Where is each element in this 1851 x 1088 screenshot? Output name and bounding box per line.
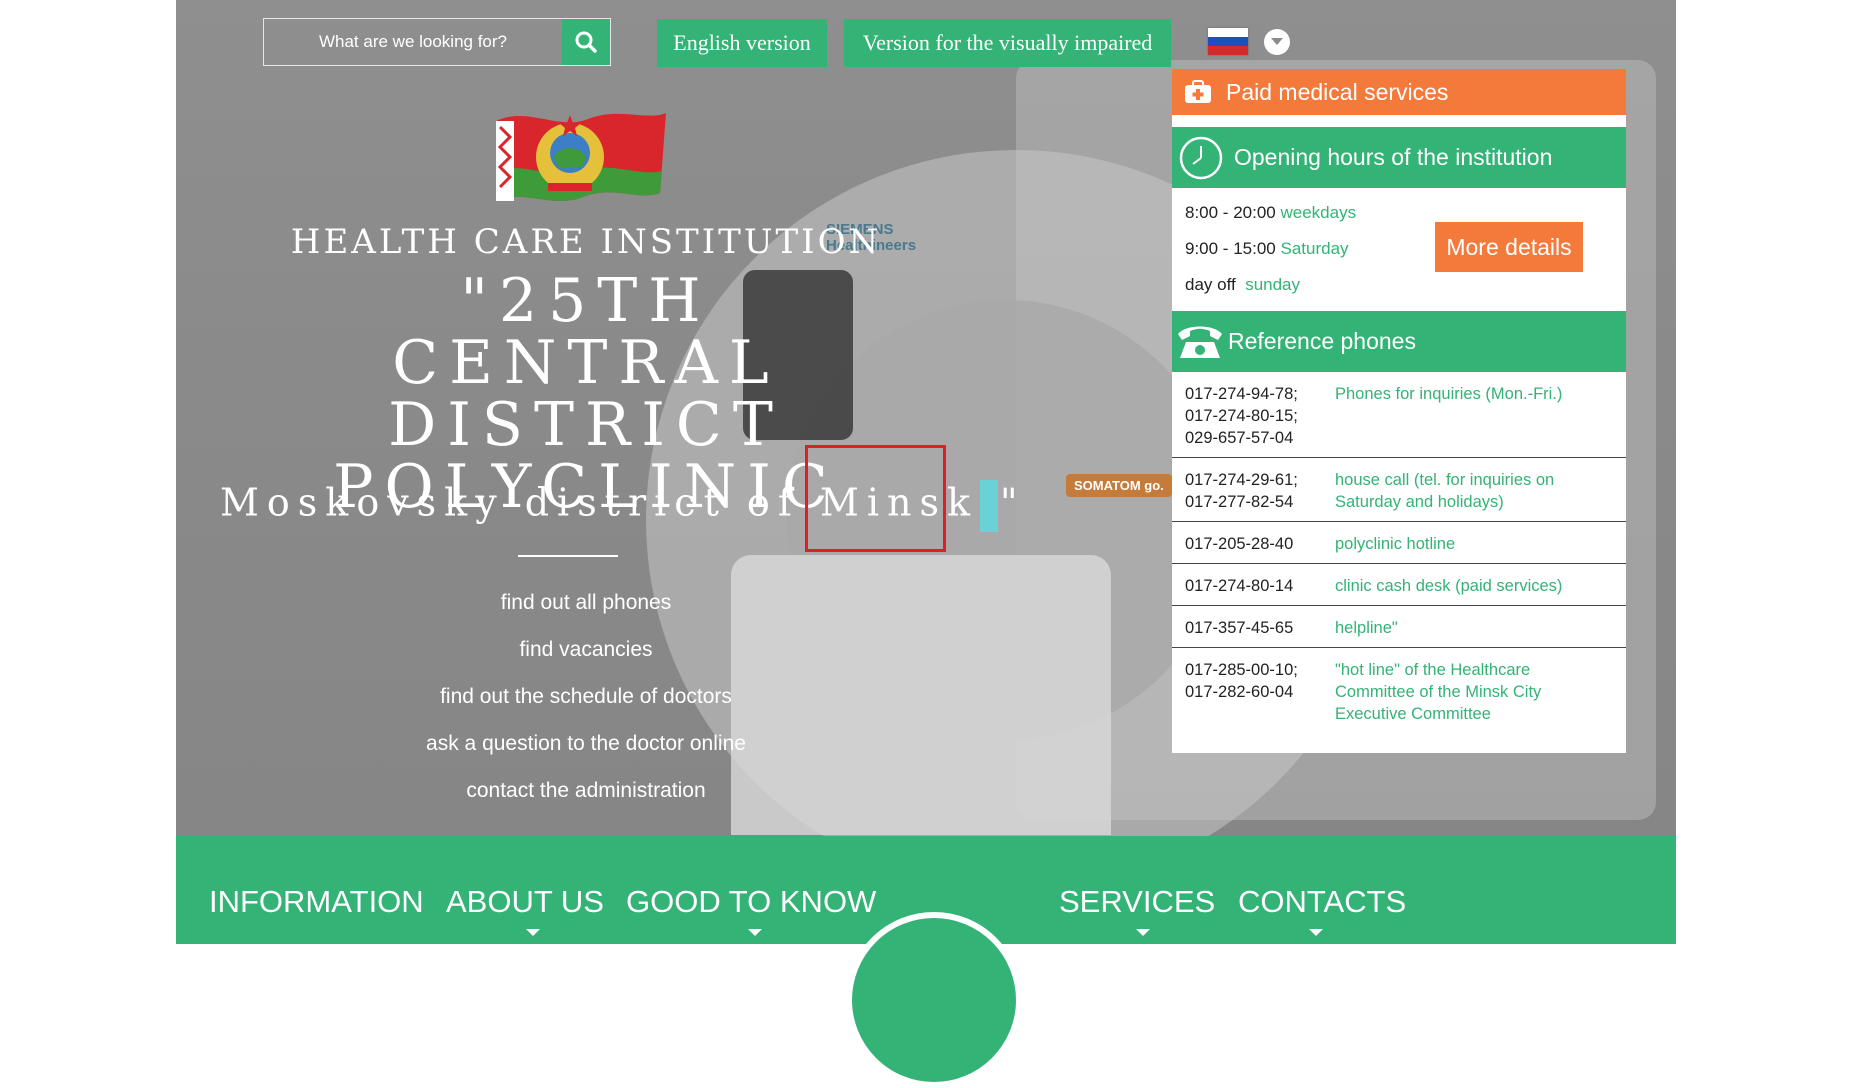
quick-links: find out all phones find vacancies find … (286, 590, 886, 825)
opening-hours-body: 8:00 - 20:00 weekdays 9:00 - 15:00 Satur… (1172, 188, 1626, 311)
link-ask-doctor[interactable]: ask a question to the doctor online (286, 731, 886, 778)
flag-stripe-blue (1208, 37, 1248, 46)
nav-services[interactable]: SERVICES (1059, 884, 1215, 920)
search-form (263, 18, 611, 66)
phone-description: polyclinic hotline (1335, 535, 1456, 553)
clinic-logo[interactable] (846, 912, 1022, 1088)
hours-time: 8:00 - 20:00 (1185, 203, 1276, 222)
hours-day: sunday (1245, 275, 1301, 294)
phones-list: 017-274-94-78; 017-274-80-15; 029-657-57… (1172, 372, 1626, 753)
nav-information[interactable]: INFORMATION (209, 884, 424, 920)
phone-row: 017-205-28-40 polyclinic hotline (1172, 522, 1626, 564)
visually-impaired-button[interactable]: Version for the visually impaired (844, 19, 1171, 67)
search-input[interactable] (264, 19, 562, 65)
info-panel: Paid medical services Opening hours of t… (1172, 69, 1626, 753)
phone-description: house call (tel. for inquiries on Saturd… (1335, 471, 1555, 511)
link-contact-admin[interactable]: contact the administration (286, 778, 886, 825)
page: SIEMENS Healthineers SOMATOM go. English… (0, 0, 1851, 1088)
hours-row-saturday: 9:00 - 15:00 Saturday (1185, 239, 1349, 259)
chevron-down-icon (748, 929, 762, 936)
hours-time: day off (1185, 275, 1236, 294)
nav-good-to-know[interactable]: GOOD TO KNOW (626, 884, 876, 920)
first-aid-kit-icon (1185, 80, 1211, 103)
russian-flag-icon[interactable] (1208, 28, 1248, 55)
clock-icon (1179, 136, 1223, 179)
flag-stripe-white (1208, 28, 1248, 37)
closing-quote: " (1000, 480, 1026, 525)
flag-stripe-red (1208, 46, 1248, 55)
link-find-vacancies[interactable]: find vacancies (286, 637, 886, 684)
language-dropdown[interactable] (1264, 29, 1290, 55)
phone-description: "hot line" of the Healthcare Committee o… (1335, 661, 1542, 723)
hours-time: 9:00 - 15:00 (1185, 239, 1276, 258)
phone-description: clinic cash desk (paid services) (1335, 577, 1563, 595)
phone-row: 017-274-80-14 clinic cash desk (paid serv… (1172, 564, 1626, 606)
main-nav: INFORMATION ABOUT US GOOD TO KNOW SERVIC… (176, 836, 1676, 1088)
phone-description: helpline" (1335, 619, 1398, 637)
hours-day: weekdays (1280, 203, 1357, 222)
phone-row: 017-357-45-65 helpline" (1172, 606, 1626, 648)
nav-contacts[interactable]: CONTACTS (1238, 884, 1406, 920)
english-version-button[interactable]: English version (657, 19, 827, 67)
link-doctors-schedule[interactable]: find out the schedule of doctors (286, 684, 886, 731)
text-cursor-highlight (980, 480, 999, 532)
search-button[interactable] (562, 19, 610, 65)
chevron-down-icon (1309, 929, 1323, 936)
opening-hours-header: Opening hours of the institution (1172, 127, 1626, 188)
red-highlight-box (805, 445, 946, 552)
belarus-emblem-icon (496, 113, 666, 201)
link-find-phones[interactable]: find out all phones (286, 590, 886, 637)
scanner-model-label: SOMATOM go. (1066, 474, 1172, 497)
institution-subtitle: HEALTH CARE INSTITUTION (290, 222, 882, 262)
paid-services-button[interactable]: Paid medical services (1172, 69, 1626, 115)
phone-numbers[interactable]: 017-285-00-10; 017-282-60-04 (1185, 659, 1335, 725)
reference-phones-header: Reference phones (1172, 311, 1626, 372)
phone-numbers[interactable]: 017-274-29-61; 017-277-82-54 (1185, 469, 1335, 513)
chevron-down-icon (526, 929, 540, 936)
phone-description: Phones for inquiries (Mon.-Fri.) (1335, 385, 1563, 403)
hero-divider (518, 555, 618, 557)
reference-phones-title: Reference phones (1228, 328, 1416, 354)
search-icon (575, 31, 597, 53)
hours-day: Saturday (1280, 239, 1349, 258)
phone-numbers[interactable]: 017-274-80-14 (1185, 575, 1335, 597)
opening-hours-title: Opening hours of the institution (1234, 144, 1553, 170)
nav-about-us[interactable]: ABOUT US (446, 884, 604, 920)
phone-row: 017-285-00-10; 017-282-60-04 "hot line" o… (1172, 648, 1626, 733)
telephone-icon (1178, 326, 1222, 358)
hours-row-sunday: day off sunday (1185, 275, 1300, 295)
paid-services-label: Paid medical services (1226, 78, 1449, 105)
hours-row-weekdays: 8:00 - 20:00 weekdays (1185, 203, 1356, 223)
chevron-down-icon (1136, 929, 1150, 936)
phone-numbers[interactable]: 017-357-45-65 (1185, 617, 1335, 639)
phone-numbers[interactable]: 017-205-28-40 (1185, 533, 1335, 555)
chevron-down-icon (1271, 38, 1283, 45)
phone-numbers[interactable]: 017-274-94-78; 017-274-80-15; 029-657-57… (1185, 383, 1335, 449)
phone-row: 017-274-94-78; 017-274-80-15; 029-657-57… (1172, 372, 1626, 458)
phone-row: 017-274-29-61; 017-277-82-54 house call (… (1172, 458, 1626, 522)
panel-spacer (1172, 115, 1626, 127)
more-details-button[interactable]: More details (1435, 222, 1583, 272)
